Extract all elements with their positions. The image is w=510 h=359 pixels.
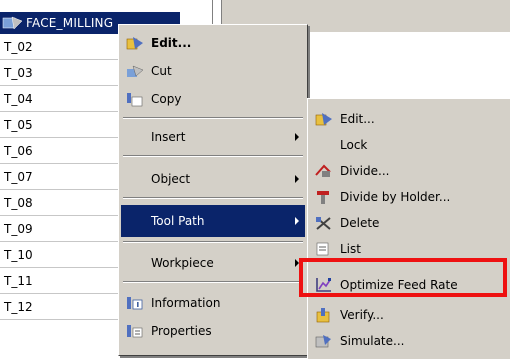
edit-icon (126, 37, 143, 50)
toolpath-icon (2, 16, 23, 30)
submenu-arrow-icon (295, 133, 299, 141)
submenu-item-divide[interactable]: Divide... (310, 157, 509, 185)
simulate-icon (315, 335, 331, 348)
submenu-item-divide-by-holder[interactable]: Divide by Holder... (310, 183, 509, 211)
tree-row-label: FACE_MILLING (26, 16, 114, 30)
menu-item-label: Object (151, 172, 191, 186)
menu-item-label: Edit... (151, 36, 192, 50)
menu-item-label: Insert (151, 130, 186, 144)
tree-row-label: T_08 (4, 195, 33, 210)
menu-item-label: Information (151, 296, 221, 310)
tree-row-label: T_10 (4, 247, 33, 262)
tree-row-label: T_03 (4, 65, 33, 80)
menu-item-label: Divide... (340, 164, 390, 178)
menu-item-label: Edit... (340, 112, 375, 126)
menu-item-label: Workpiece (151, 256, 214, 270)
properties-icon (127, 325, 143, 338)
verify-icon (316, 308, 330, 323)
menu-item-label: Copy (151, 92, 182, 106)
menu-item-cut[interactable]: Cut (121, 57, 305, 85)
tree-row-label: T_09 (4, 221, 33, 236)
submenu-item-delete[interactable]: Delete (310, 209, 509, 237)
context-menu: Edit... Cut Copy Insert Object Tool Path… (118, 24, 308, 356)
list-icon (316, 242, 329, 256)
tree-row-label: T_12 (4, 299, 33, 314)
submenu-arrow-icon (295, 175, 299, 183)
menu-item-label: Lock (340, 138, 368, 152)
tree-row-label: T_02 (4, 39, 33, 54)
menu-item-tool-path[interactable]: Tool Path (121, 205, 305, 237)
tree-row-label: T_04 (4, 91, 33, 106)
submenu-item-simulate[interactable]: Simulate... (310, 327, 509, 355)
menu-item-label: List (340, 242, 361, 256)
submenu-arrow-icon (295, 217, 299, 225)
copy-icon (127, 93, 143, 107)
menu-item-copy[interactable]: Copy (121, 85, 305, 113)
menu-item-label: Tool Path (151, 214, 205, 228)
menu-item-information[interactable]: Information (121, 289, 305, 317)
menu-item-label: Cut (151, 64, 172, 78)
menu-item-workpiece[interactable]: Workpiece (121, 249, 305, 277)
menu-item-label: Properties (151, 324, 212, 338)
submenu-item-edit[interactable]: Edit... (310, 105, 509, 133)
menu-separator (123, 155, 303, 157)
menu-item-label: Simulate... (340, 334, 405, 348)
tree-row-label: T_07 (4, 169, 33, 184)
delete-icon (316, 217, 331, 230)
menu-item-edit[interactable]: Edit... (121, 29, 305, 57)
menu-item-insert[interactable]: Insert (121, 123, 305, 151)
highlight-box (299, 258, 507, 297)
blank-icon (314, 137, 334, 153)
cut-icon (127, 65, 144, 77)
menu-item-label: Verify... (340, 308, 384, 322)
menu-separator (123, 197, 303, 199)
submenu-item-verify[interactable]: Verify... (310, 301, 509, 329)
edit-icon (315, 113, 332, 126)
divide-icon (315, 164, 331, 177)
submenu-item-lock[interactable]: Lock (310, 131, 509, 159)
menu-item-label: Divide by Holder... (340, 190, 451, 204)
blank-icon (125, 129, 145, 145)
tree-row-label: T_11 (4, 273, 33, 288)
blank-icon (125, 255, 145, 271)
menu-separator (123, 241, 303, 243)
menu-item-label: Delete (340, 216, 380, 230)
menu-item-object[interactable]: Object (121, 165, 305, 193)
blank-icon (125, 171, 145, 187)
blank-icon (125, 213, 145, 229)
tree-row-label: T_05 (4, 117, 33, 132)
menu-item-properties[interactable]: Properties (121, 317, 305, 345)
menu-separator (123, 281, 303, 283)
tree-row-label: T_06 (4, 143, 33, 158)
divide-by-holder-icon (317, 191, 329, 204)
menu-separator (123, 117, 303, 119)
information-icon (127, 297, 143, 310)
submenu-tool-path: Edit... Lock Divide... Divide by Holder.… (307, 98, 510, 359)
